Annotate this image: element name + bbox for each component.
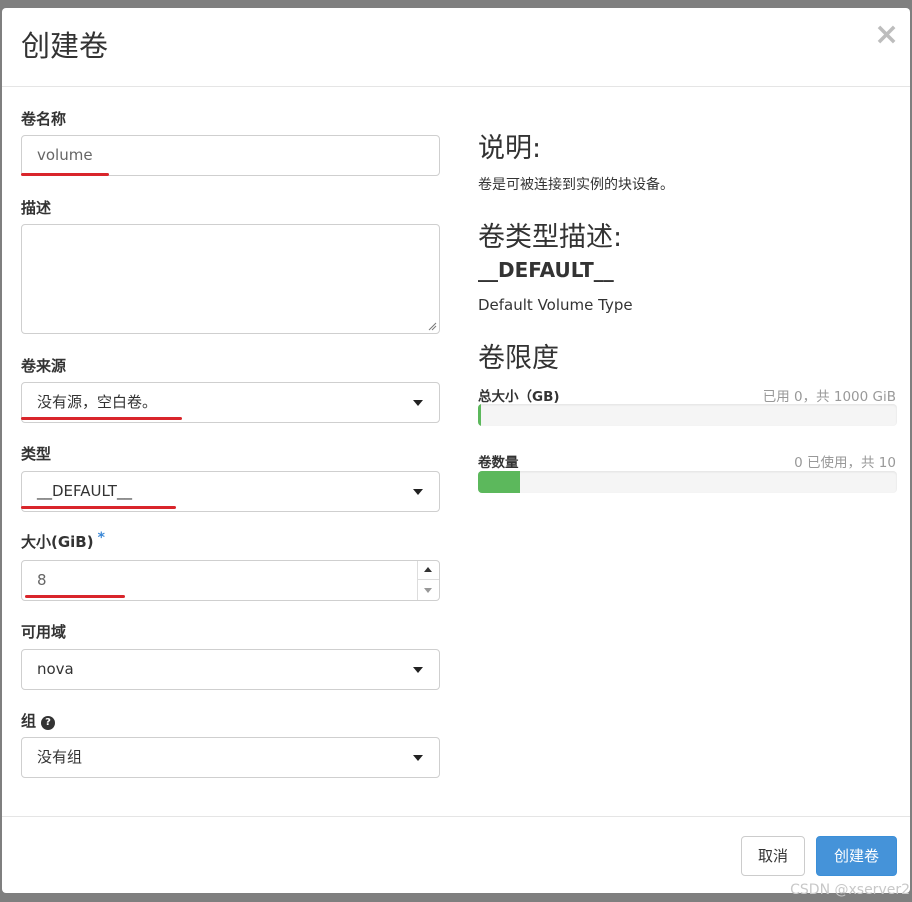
- volume-source-value: 没有源，空白卷。: [37, 393, 158, 411]
- chevron-down-icon: [413, 755, 423, 761]
- volume-size-value: 8: [37, 571, 47, 589]
- availability-zone-label: 可用域: [21, 623, 67, 641]
- close-icon[interactable]: ×: [874, 20, 899, 50]
- total-size-progress-fill: [478, 404, 481, 426]
- dialog-header: 创建卷 ×: [2, 8, 910, 87]
- dialog-title: 创建卷: [21, 29, 109, 63]
- create-volume-button[interactable]: 创建卷: [816, 836, 897, 876]
- description-textarea[interactable]: [21, 224, 440, 334]
- description-label: 描述: [21, 199, 52, 217]
- availability-zone-select[interactable]: nova: [21, 649, 440, 690]
- volume-name-input[interactable]: volume: [21, 135, 440, 176]
- group-select[interactable]: 没有组: [21, 737, 440, 778]
- chevron-down-icon: [413, 667, 423, 673]
- group-label: 组?: [21, 710, 56, 731]
- volume-size-label-text: 大小(GiB): [21, 533, 94, 551]
- volume-count-progress: [478, 471, 897, 493]
- total-size-usage: 已用 0，共 1000 GiB: [762, 389, 896, 405]
- annotation-underline-name: [21, 173, 109, 176]
- description-heading: 说明:: [478, 133, 542, 164]
- volume-count-progress-fill: [478, 471, 520, 493]
- volume-source-label: 卷来源: [21, 357, 67, 375]
- required-marker: *: [97, 530, 105, 546]
- watermark: CSDN @xserver2: [790, 882, 910, 898]
- volume-limits-heading: 卷限度: [478, 343, 559, 374]
- dialog-footer: 取消 创建卷: [2, 816, 910, 893]
- chevron-down-icon: [413, 489, 423, 495]
- size-spinner: [417, 561, 439, 600]
- group-label-text: 组: [21, 712, 37, 730]
- volume-count-label: 卷数量: [478, 455, 519, 471]
- cancel-button[interactable]: 取消: [741, 836, 805, 876]
- availability-zone-value: nova: [37, 660, 74, 678]
- volume-count-usage: 0 已使用，共 10: [794, 455, 896, 471]
- resize-handle-icon[interactable]: [428, 322, 437, 331]
- volume-type-heading: 卷类型描述:: [478, 222, 623, 253]
- chevron-up-icon: [424, 567, 432, 572]
- volume-type-name: __DEFAULT__: [478, 258, 614, 282]
- group-value: 没有组: [37, 748, 83, 766]
- annotation-underline-source: [21, 417, 182, 420]
- volume-name-label: 卷名称: [21, 110, 67, 128]
- description-text: 卷是可被连接到实例的块设备。: [478, 177, 674, 193]
- volume-size-label: 大小(GiB) *: [21, 530, 105, 552]
- volume-type-description: Default Volume Type: [478, 296, 633, 314]
- chevron-down-icon: [424, 588, 432, 593]
- spin-down-button[interactable]: [418, 581, 439, 600]
- create-volume-dialog: 创建卷 × 卷名称 volume 描述 卷来源 没有源，空白卷。 类型 __DE…: [2, 8, 910, 893]
- annotation-underline-type: [21, 506, 176, 509]
- total-size-progress: [478, 404, 897, 426]
- volume-type-value: __DEFAULT__: [37, 482, 132, 500]
- chevron-down-icon: [413, 400, 423, 406]
- volume-type-label: 类型: [21, 445, 52, 463]
- spin-up-button[interactable]: [418, 561, 439, 580]
- help-icon[interactable]: ?: [41, 716, 56, 730]
- annotation-underline-size: [25, 595, 125, 598]
- total-size-label: 总大小（GB): [478, 389, 560, 405]
